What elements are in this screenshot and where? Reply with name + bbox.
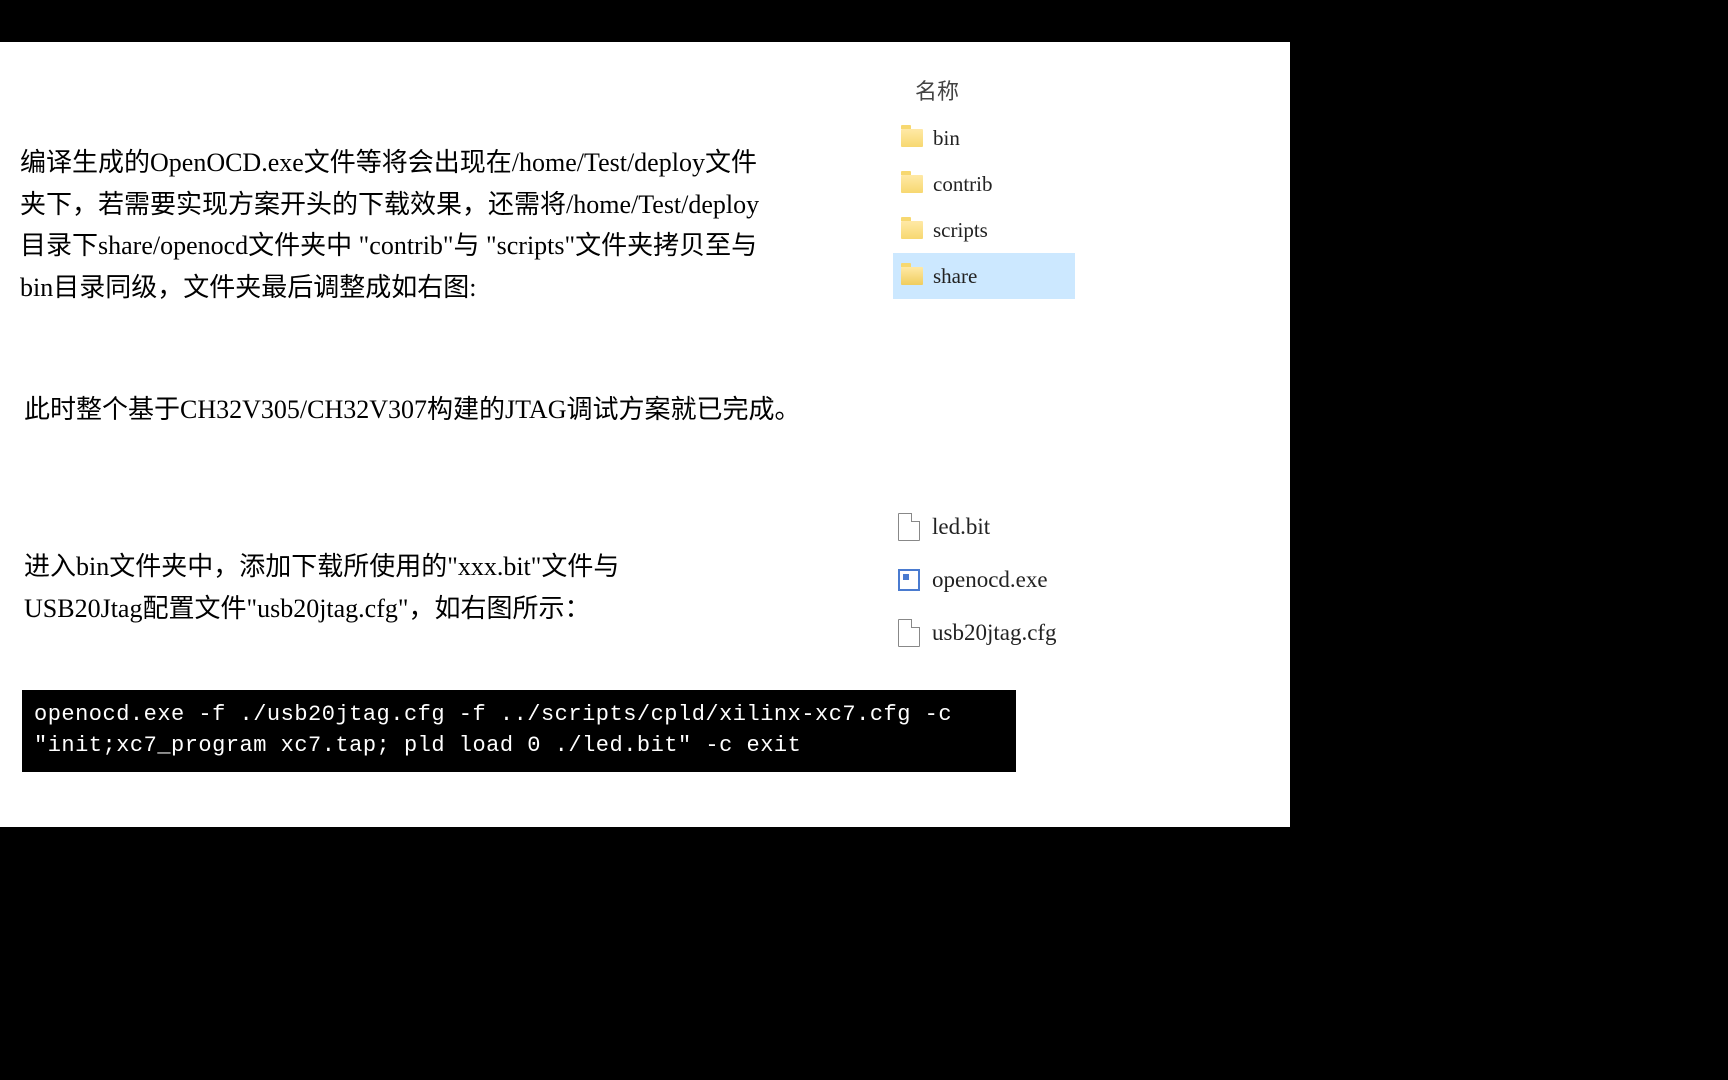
paragraph-completion: 此时整个基于CH32V305/CH32V307构建的JTAG调试方案就已完成。: [24, 389, 824, 431]
file-row-usb20jtag-cfg[interactable]: usb20jtag.cfg: [898, 606, 1057, 659]
file-label: led.bit: [932, 514, 990, 540]
folder-row-contrib[interactable]: contrib: [893, 161, 1075, 207]
file-label: openocd.exe: [932, 567, 1048, 593]
paragraph-bin-folder: 进入bin文件夹中，添加下载所使用的"xxx.bit"文件与USB20Jtag配…: [24, 546, 624, 629]
folder-icon: [901, 267, 923, 285]
folder-icon: [901, 221, 923, 239]
command-line: openocd.exe -f ./usb20jtag.cfg -f ../scr…: [22, 690, 1016, 772]
folder-label: contrib: [933, 172, 992, 197]
folder-list: bin contrib scripts share: [893, 115, 1075, 299]
paragraph-deploy-instructions: 编译生成的OpenOCD.exe文件等将会出现在/home/Test/deplo…: [20, 142, 780, 308]
file-list: led.bit openocd.exe usb20jtag.cfg: [898, 500, 1057, 659]
folder-row-bin[interactable]: bin: [893, 115, 1075, 161]
folder-label: share: [933, 264, 977, 289]
folder-icon: [901, 129, 923, 147]
folder-row-scripts[interactable]: scripts: [893, 207, 1075, 253]
file-icon: [898, 513, 920, 541]
folder-row-share[interactable]: share: [893, 253, 1075, 299]
file-label: usb20jtag.cfg: [932, 620, 1057, 646]
exe-icon: [898, 569, 920, 591]
file-row-led-bit[interactable]: led.bit: [898, 500, 1057, 553]
folder-label: scripts: [933, 218, 988, 243]
file-icon: [898, 619, 920, 647]
file-row-openocd-exe[interactable]: openocd.exe: [898, 553, 1057, 606]
explorer-column-header: 名称: [915, 74, 959, 106]
folder-icon: [901, 175, 923, 193]
folder-label: bin: [933, 126, 960, 151]
document-page: 编译生成的OpenOCD.exe文件等将会出现在/home/Test/deplo…: [0, 42, 1290, 827]
